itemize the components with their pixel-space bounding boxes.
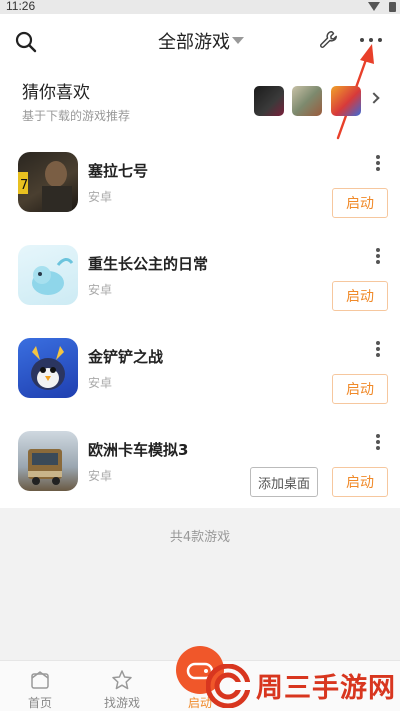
game-name[interactable]: 金铲铲之战 — [88, 346, 163, 367]
tab-home[interactable]: 首页 — [0, 661, 80, 711]
game-platform: 安卓 — [88, 283, 113, 297]
watermark-logo-icon — [206, 664, 250, 708]
more-vertical-icon[interactable] — [368, 152, 388, 174]
chevron-right-icon[interactable] — [368, 92, 380, 104]
game-icon-sierra7[interactable]: 7 — [18, 152, 78, 212]
tab-find-games-label: 找游戏 — [103, 696, 140, 710]
star-icon — [112, 670, 132, 690]
game-platform: 安卓 — [88, 376, 113, 390]
game-platform: 安卓 — [88, 190, 113, 204]
game-row: 金铲铲之战 安卓 启动 — [0, 338, 400, 431]
more-vertical-icon[interactable] — [368, 338, 388, 360]
launch-button[interactable]: 启动 — [332, 467, 388, 497]
game-name[interactable]: 欧洲卡车模拟3 — [88, 439, 188, 460]
battery-icon — [389, 2, 396, 12]
add-to-desktop-button[interactable]: 添加桌面 — [250, 467, 318, 497]
game-row: 重生长公主的日常 安卓 启动 — [0, 245, 400, 338]
launch-button[interactable]: 启动 — [332, 188, 388, 218]
game-name[interactable]: 重生长公主的日常 — [88, 253, 208, 274]
svg-text:7: 7 — [20, 178, 28, 193]
recommend-title: 猜你喜欢 — [22, 83, 90, 103]
status-time: 11:26 — [6, 0, 36, 13]
recommend-thumbnail-san-andreas[interactable] — [292, 86, 322, 116]
home-icon — [31, 671, 49, 689]
recommend-subtitle: 基于下载的游戏推荐 — [22, 109, 131, 123]
game-icon-tft[interactable] — [18, 338, 78, 398]
recommend-section[interactable]: 猜你喜欢 基于下载的游戏推荐 — [0, 70, 400, 130]
recommend-thumbnail-gta[interactable] — [254, 86, 284, 116]
launch-button[interactable]: 启动 — [332, 281, 388, 311]
page-title[interactable]: 全部游戏 — [158, 28, 230, 54]
watermark: 周三手游网 — [204, 660, 400, 711]
footer-area: 共4款游戏 — [0, 508, 400, 660]
more-vertical-icon[interactable] — [368, 431, 388, 453]
more-vertical-icon[interactable] — [368, 245, 388, 267]
game-icon-euro-truck[interactable] — [18, 431, 78, 491]
game-name[interactable]: 塞拉七号 — [88, 160, 148, 181]
game-platform: 安卓 — [88, 469, 113, 483]
game-count: 共4款游戏 — [169, 530, 231, 545]
game-icon-princess[interactable] — [18, 245, 78, 305]
recommend-thumbnail-cartoon[interactable] — [331, 86, 361, 116]
status-bar: 11:26 — [0, 0, 400, 14]
watermark-text: 周三手游网 — [256, 673, 396, 704]
launch-button[interactable]: 启动 — [332, 374, 388, 404]
signal-icon — [368, 2, 380, 11]
search-icon[interactable] — [14, 30, 38, 54]
chevron-down-icon[interactable] — [232, 37, 244, 44]
tab-home-label: 首页 — [27, 696, 52, 710]
tab-find-games[interactable]: 找游戏 — [82, 661, 162, 711]
game-row: 7 塞拉七号 安卓 启动 — [0, 152, 400, 245]
